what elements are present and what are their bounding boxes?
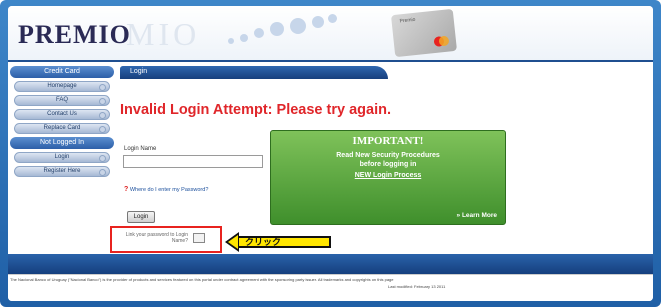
sidebar-heading-not-logged-in: Not Logged In [10, 137, 114, 149]
forgot-password-link[interactable]: ? Where do I enter my Password? [124, 186, 208, 193]
premio-logo[interactable]: PREMIO [18, 20, 131, 50]
credit-card-image: Premio [390, 8, 458, 58]
login-name-input[interactable] [123, 155, 263, 168]
sidebar-item-faq[interactable]: FAQ [14, 95, 110, 106]
forgot-password-text: Where do I enter my Password? [129, 187, 209, 193]
sidebar-heading-credit-card: Credit Card [10, 66, 114, 78]
highlight-box [110, 226, 222, 253]
callout-text: クリック [245, 237, 282, 247]
important-notice[interactable]: IMPORTANT! Read New Security Procedures … [270, 130, 506, 225]
learn-more-link[interactable]: » Learn More [457, 212, 497, 219]
sidebar-item-login[interactable]: Login [14, 152, 110, 163]
sidebar: Credit Card Homepage FAQ Contact Us Repl… [10, 66, 114, 180]
site-header: PREMIO MIO Premio [8, 6, 653, 62]
browser-viewport: PREMIO MIO Premio Credit Card Homepage F… [8, 6, 653, 301]
sidebar-item-homepage[interactable]: Homepage [14, 81, 110, 92]
sidebar-item-register[interactable]: Register Here [14, 166, 110, 177]
sidebar-item-contact-us[interactable]: Contact Us [14, 109, 110, 120]
arrow-fill [228, 235, 238, 249]
card-label: Premio [399, 16, 416, 25]
important-title: IMPORTANT! [352, 135, 424, 147]
tab-login: Login [130, 68, 148, 75]
error-message: Invalid Login Attempt: Please try again. [120, 102, 391, 118]
footer-notice: The Nacional Banco of Uruguay ("Nacional… [10, 277, 394, 282]
important-line: Read New Security Procedures [336, 152, 440, 159]
important-line: before logging in [359, 161, 417, 168]
sidebar-item-replace-card[interactable]: Replace Card [14, 123, 110, 134]
footer: The Nacional Banco of Uruguay ("Nacional… [8, 274, 653, 301]
logo-watermark: MIO [126, 16, 201, 52]
login-button[interactable]: Login [127, 211, 155, 223]
decorative-dots [228, 12, 378, 56]
important-line: NEW Login Process [354, 172, 422, 179]
question-icon: ? [124, 186, 129, 193]
click-callout: クリック [225, 232, 333, 252]
screenshot-frame: PREMIO MIO Premio Credit Card Homepage F… [0, 0, 661, 307]
login-name-label: Login Name [124, 146, 157, 152]
mastercard-icon [433, 35, 450, 47]
last-modified: Last modified: February 13 2011 [388, 284, 446, 289]
content-tab-bar: Login [120, 66, 388, 79]
bottom-banner [8, 254, 653, 274]
